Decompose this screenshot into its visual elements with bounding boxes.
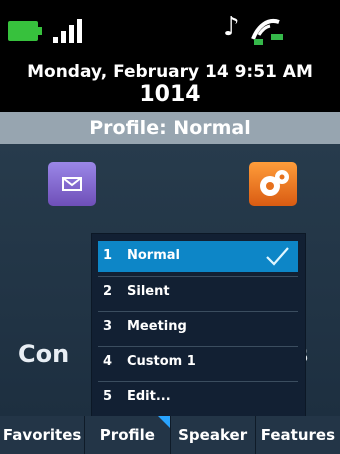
softkey-label: Favorites — [2, 426, 82, 444]
menu-item-label: Custom 1 — [127, 354, 196, 369]
menu-item-number: 3 — [103, 319, 113, 334]
gear-icon — [260, 170, 289, 196]
profile-option-edit[interactable]: 5 Edit... — [98, 381, 298, 412]
signal-bar-3 — [69, 25, 74, 43]
menu-item-label: Edit... — [127, 389, 171, 404]
signal-bar-4 — [77, 19, 82, 43]
background-label-left: Con — [18, 340, 70, 368]
menu-item-number: 5 — [103, 389, 113, 404]
softkey-label: Features — [260, 426, 336, 444]
battery-tip — [38, 27, 42, 35]
menu-item-number: 2 — [103, 284, 113, 299]
status-bar: ♪ — [0, 0, 340, 54]
menu-item-label: Normal — [127, 248, 180, 263]
softkey-speaker[interactable]: Speaker — [171, 416, 256, 454]
profile-option-custom-1[interactable]: 4 Custom 1 — [98, 346, 298, 377]
messages-app-icon[interactable] — [48, 162, 96, 206]
menu-item-label: Meeting — [127, 319, 187, 334]
menu-item-number: 1 — [103, 248, 113, 263]
softkey-favorites[interactable]: Favorites — [0, 416, 86, 454]
signal-bar-1 — [53, 37, 58, 43]
softkey-bar: Favorites Profile Speaker Features — [0, 416, 340, 454]
softkey-features[interactable]: Features — [256, 416, 340, 454]
profile-title: Profile: Normal — [0, 112, 340, 144]
music-note-icon: ♪ — [223, 12, 240, 42]
profile-option-normal[interactable]: 1 Normal — [98, 241, 298, 272]
date-time: Monday, February 14 9:51 AM — [27, 62, 313, 82]
menu-item-label: Silent — [127, 284, 170, 299]
settings-app-icon[interactable] — [249, 162, 297, 206]
battery-icon — [8, 21, 38, 41]
menu-item-number: 4 — [103, 354, 113, 369]
check-icon — [266, 247, 289, 266]
envelope-icon — [62, 177, 82, 191]
active-softkey-marker — [157, 416, 170, 428]
extension-number: 1014 — [139, 82, 201, 107]
softkey-profile[interactable]: Profile — [85, 416, 171, 454]
profile-menu: 1 Normal 2 Silent 3 Meeting 4 Custom 1 5… — [91, 233, 306, 419]
headset-phone-icon — [251, 19, 283, 45]
signal-bar-2 — [61, 31, 66, 43]
profile-option-silent[interactable]: 2 Silent — [98, 276, 298, 307]
profile-option-meeting[interactable]: 3 Meeting — [98, 311, 298, 342]
softkey-label: Speaker — [178, 426, 248, 444]
status-header: Monday, February 14 9:51 AM 1014 — [0, 54, 340, 112]
softkey-label: Profile — [99, 426, 155, 444]
